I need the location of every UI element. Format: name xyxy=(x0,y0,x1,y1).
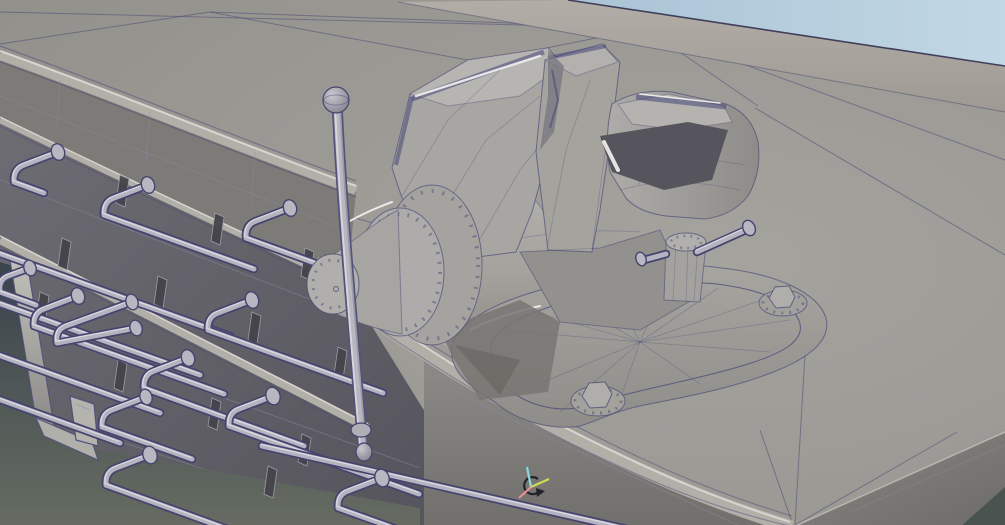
handle-bottom-ball xyxy=(355,442,373,462)
viewport[interactable]: workbench tabletop viewport background p… xyxy=(0,0,1005,525)
handle-collar xyxy=(350,422,372,438)
viewport-canvas[interactable]: workbench tabletop viewport background p… xyxy=(0,0,1005,525)
handle-top-ball xyxy=(322,86,350,114)
